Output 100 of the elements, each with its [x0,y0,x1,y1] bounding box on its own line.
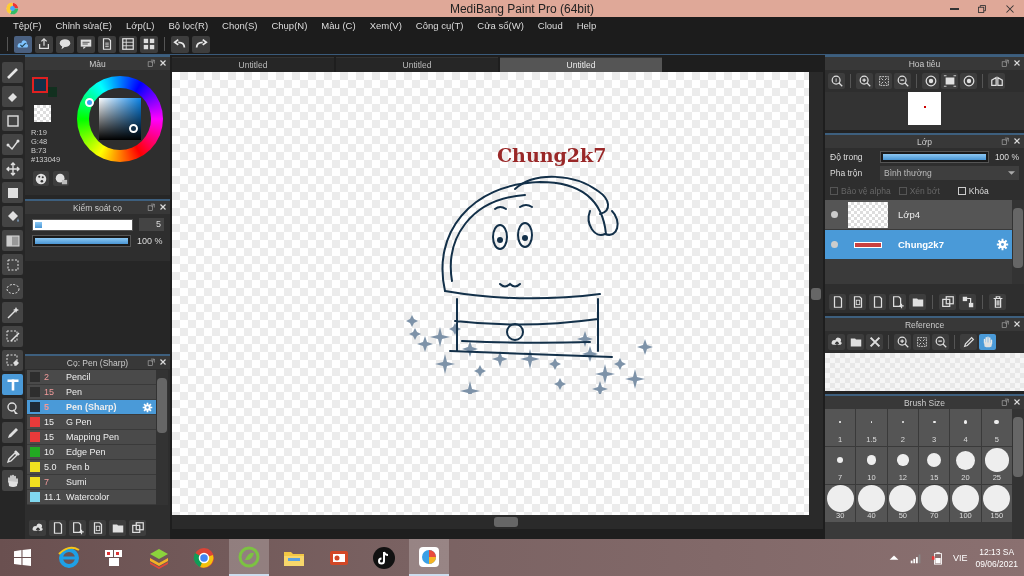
table-button[interactable] [119,35,137,53]
gradient-tool[interactable] [2,230,23,251]
pen-button[interactable] [960,334,977,350]
close-button[interactable] [158,202,168,212]
menu-item[interactable]: Công cụ(T) [408,20,471,31]
zoomout-button[interactable] [894,73,911,89]
cloud-button[interactable] [14,35,32,53]
text-tool[interactable] [2,374,23,395]
battery-icon[interactable] [930,550,945,565]
menu-item[interactable]: Xem(V) [362,20,409,31]
scrollbar[interactable] [809,72,823,515]
copyfile-button[interactable] [89,520,106,536]
brush-item[interactable]: 5.0 Pen b [27,460,156,475]
redo-button[interactable] [192,35,210,53]
hue-handle[interactable] [85,98,94,107]
filled-square-tool[interactable] [2,182,23,203]
color-picker-handle[interactable] [129,124,138,133]
visibility-toggle[interactable] [831,211,838,218]
trash-button[interactable] [989,294,1006,310]
speech-bubble-button[interactable] [56,35,74,53]
close-button[interactable] [1012,136,1022,146]
clock-time[interactable]: 12:13 SA [979,545,1015,558]
menu-item[interactable]: Help [569,20,604,31]
copyfile-button[interactable] [849,294,866,310]
scrollbar[interactable] [1012,200,1024,284]
palette-button[interactable] [33,171,49,186]
fullscreen-button[interactable] [941,73,958,89]
close-button[interactable] [158,357,168,367]
menu-item[interactable]: Tệp(F) [6,20,49,31]
document-tab[interactable]: Untitled [500,57,662,72]
addfile-button[interactable] [69,520,86,536]
folder-button[interactable] [109,520,126,536]
scrollbar[interactable] [1012,409,1024,539]
clock-date[interactable]: 09/06/2021 [975,557,1018,570]
close-button[interactable] [866,334,883,350]
document-tab[interactable]: Untitled [172,57,334,72]
folder-button[interactable] [909,294,926,310]
brush-item[interactable]: 15 Mapping Pen [27,430,156,445]
menu-item[interactable]: Cửa sổ(W) [470,20,531,31]
grid-button[interactable] [140,35,158,53]
transparent-swatch[interactable] [34,105,51,122]
polyline-tool[interactable] [2,134,23,155]
comment-button[interactable] [77,35,95,53]
language-indicator[interactable]: VIE [952,552,968,563]
scrollbar[interactable] [172,515,823,529]
brush-item[interactable]: 15 G Pen [27,415,156,430]
brush-item[interactable]: 2 Pencil [27,370,156,385]
move-tool[interactable] [2,158,23,179]
slider[interactable] [32,218,133,231]
zoomin-button[interactable] [856,73,873,89]
color-square[interactable] [99,98,141,140]
brush-item[interactable]: 10 Edge Pen [27,445,156,460]
addfile-button[interactable] [889,294,906,310]
size-field[interactable]: 5 [139,218,164,231]
fit-screen-button[interactable] [875,73,892,89]
secondary-color-swatch[interactable] [48,87,57,97]
visibility-toggle[interactable] [831,241,838,248]
upload-button[interactable] [29,520,46,536]
hand-tool[interactable] [2,470,23,491]
blend-mode-dropdown[interactable]: Bình thường [880,166,1019,180]
document-tab[interactable]: Untitled [336,57,498,72]
undo-button[interactable] [171,35,189,53]
canvas[interactable]: Chung2k7 [172,72,809,515]
duplicate-button[interactable] [939,294,956,310]
zoomout-button[interactable] [932,334,949,350]
menu-item[interactable]: Chỉnh sửa(E) [48,20,120,31]
scrollbar-thumb[interactable] [811,287,821,300]
scrollbar-thumb[interactable] [1013,417,1023,477]
scrollbar-thumb[interactable] [157,378,167,433]
close-button[interactable] [1012,397,1022,407]
menu-item[interactable]: Bộ lọc(R) [161,20,216,31]
scrollbar-thumb[interactable] [494,517,518,527]
marquee-tool[interactable] [2,254,23,275]
selection-pen-tool[interactable] [2,326,23,347]
newfile-button[interactable] [869,294,886,310]
brush-item[interactable]: 15 Pen [27,385,156,400]
close-button[interactable] [1012,319,1022,329]
upload-button[interactable] [828,334,845,350]
wand-tool[interactable] [2,302,23,323]
brush-tool[interactable] [2,62,23,83]
selection-eraser-tool[interactable] [2,350,23,371]
newfile-button[interactable] [829,294,846,310]
bucket-tool[interactable] [2,206,23,227]
newfile-button[interactable] [49,520,66,536]
eyedropper-tool[interactable] [2,446,23,467]
menu-item[interactable]: Cloud [530,20,570,31]
brush-item[interactable]: 11.1 Watercolor [27,490,156,505]
eraser-tool[interactable] [2,86,23,107]
menu-item[interactable]: Chụp(N) [264,20,315,31]
scrollbar[interactable] [156,370,168,505]
square-tool[interactable] [2,110,23,131]
lasso-tool[interactable] [2,278,23,299]
zoom-button[interactable] [828,73,845,89]
merge-button[interactable] [959,294,976,310]
fit-screen-button[interactable] [913,334,930,350]
zoomin-button[interactable] [894,334,911,350]
close-button[interactable] [158,58,168,68]
close-button[interactable] [1012,58,1022,68]
document-button[interactable] [98,35,116,53]
share-button[interactable] [35,35,53,53]
